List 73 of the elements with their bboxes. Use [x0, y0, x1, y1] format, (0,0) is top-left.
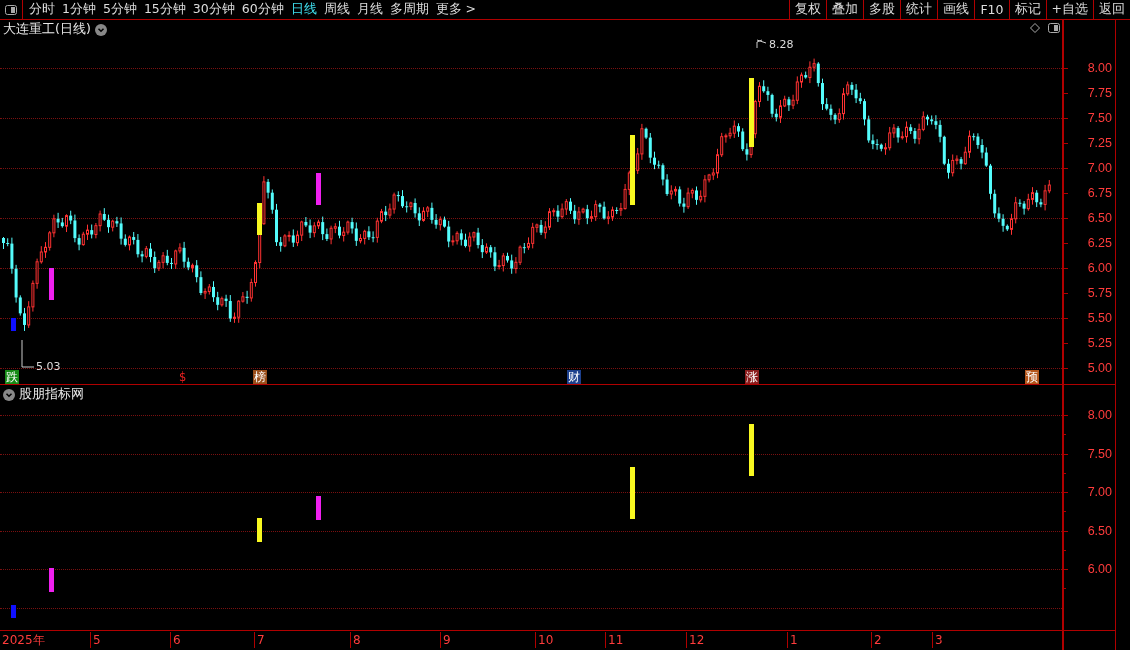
- chevron-down-icon[interactable]: [94, 23, 107, 36]
- period-tab[interactable]: 30分钟: [192, 1, 235, 18]
- axis-label: 5.00: [1087, 361, 1112, 375]
- signal-marker: $: [178, 370, 188, 384]
- date-label: 2: [871, 632, 882, 648]
- axis-label: 6.50: [1087, 211, 1112, 225]
- signal-marker: 财: [567, 370, 581, 384]
- indicator-title: 股朋指标网: [19, 386, 84, 403]
- toolbar-button[interactable]: +自选: [1045, 0, 1093, 19]
- toolbar-button[interactable]: 叠加: [826, 0, 864, 19]
- axis-label: 5.25: [1087, 336, 1112, 350]
- period-tab[interactable]: 多周期: [389, 1, 429, 18]
- axis-label: 6.75: [1087, 186, 1112, 200]
- date-label: 2025年: [1, 632, 45, 648]
- date-label: 11: [605, 632, 624, 648]
- signal-marker: 预: [1025, 370, 1039, 384]
- toolbar-button[interactable]: 统计: [900, 0, 938, 19]
- period-tab[interactable]: 月线: [356, 1, 383, 18]
- toolbar-button[interactable]: 画线: [937, 0, 975, 19]
- toolbar-button[interactable]: 复权: [789, 0, 827, 19]
- axis-label: 7.75: [1087, 86, 1112, 100]
- date-label: 7: [254, 632, 265, 648]
- date-label: 12: [686, 632, 705, 648]
- axis-label: 6.50: [1087, 523, 1112, 538]
- indicator-bar: [49, 568, 54, 592]
- panel-toggle-icon[interactable]: [5, 4, 17, 15]
- period-tab[interactable]: 5分钟: [102, 1, 137, 18]
- axis-label: 8.00: [1087, 61, 1112, 75]
- axis-label: 7.50: [1087, 111, 1112, 125]
- date-label: 1: [787, 632, 798, 648]
- axis-label: 6.00: [1087, 562, 1112, 576]
- signal-marker: 榜: [253, 370, 267, 384]
- axis-label: 7.25: [1087, 136, 1112, 150]
- date-label: 5: [90, 632, 101, 648]
- period-tab[interactable]: 60分钟: [241, 1, 284, 18]
- axis-label: 7.00: [1087, 161, 1112, 175]
- date-label: 10: [535, 632, 554, 648]
- axis-label: 6.25: [1087, 236, 1112, 250]
- panel-toggle-icon[interactable]: [1048, 23, 1060, 33]
- axis-label: 5.75: [1087, 286, 1112, 300]
- date-label: 3: [932, 632, 943, 648]
- toolbar-button[interactable]: F10: [974, 0, 1009, 19]
- period-tab[interactable]: 分时: [29, 1, 55, 18]
- period-tab[interactable]: 周线: [323, 1, 350, 18]
- period-tab[interactable]: 15分钟: [143, 1, 186, 18]
- axis-label: 8.00: [1087, 408, 1112, 422]
- date-label: 9: [440, 632, 451, 648]
- indicator-bar: [749, 424, 754, 476]
- axis-label: 7.50: [1087, 446, 1112, 461]
- axis-label: 7.00: [1087, 485, 1112, 499]
- leader-line: [756, 39, 767, 49]
- period-tab[interactable]: 更多 >: [435, 1, 477, 18]
- diamond-icon[interactable]: [1030, 23, 1040, 33]
- indicator-bar: [11, 605, 16, 618]
- leader-line: [21, 339, 35, 368]
- price-label: 5.03: [36, 360, 61, 373]
- axis-label: 6.00: [1087, 261, 1112, 275]
- date-label: 8: [350, 632, 361, 648]
- indicator-bar: [257, 518, 262, 542]
- signal-marker: 涨: [745, 370, 759, 384]
- axis-label: 5.50: [1087, 311, 1112, 325]
- signal-marker: 跌: [5, 370, 19, 384]
- toolbar-button[interactable]: 标记: [1008, 0, 1046, 19]
- period-tab[interactable]: 日线: [290, 1, 317, 18]
- chevron-down-icon[interactable]: [3, 388, 15, 401]
- indicator-bar: [316, 496, 321, 520]
- date-label: 6: [170, 632, 181, 648]
- indicator-bar: [630, 467, 635, 519]
- price-label: 8.28: [769, 38, 794, 51]
- period-tab[interactable]: 1分钟: [62, 1, 96, 18]
- chart-title: 大连重工(日线): [3, 21, 91, 38]
- toolbar-button[interactable]: 多股: [863, 0, 901, 19]
- toolbar-button[interactable]: 返回: [1093, 0, 1130, 19]
